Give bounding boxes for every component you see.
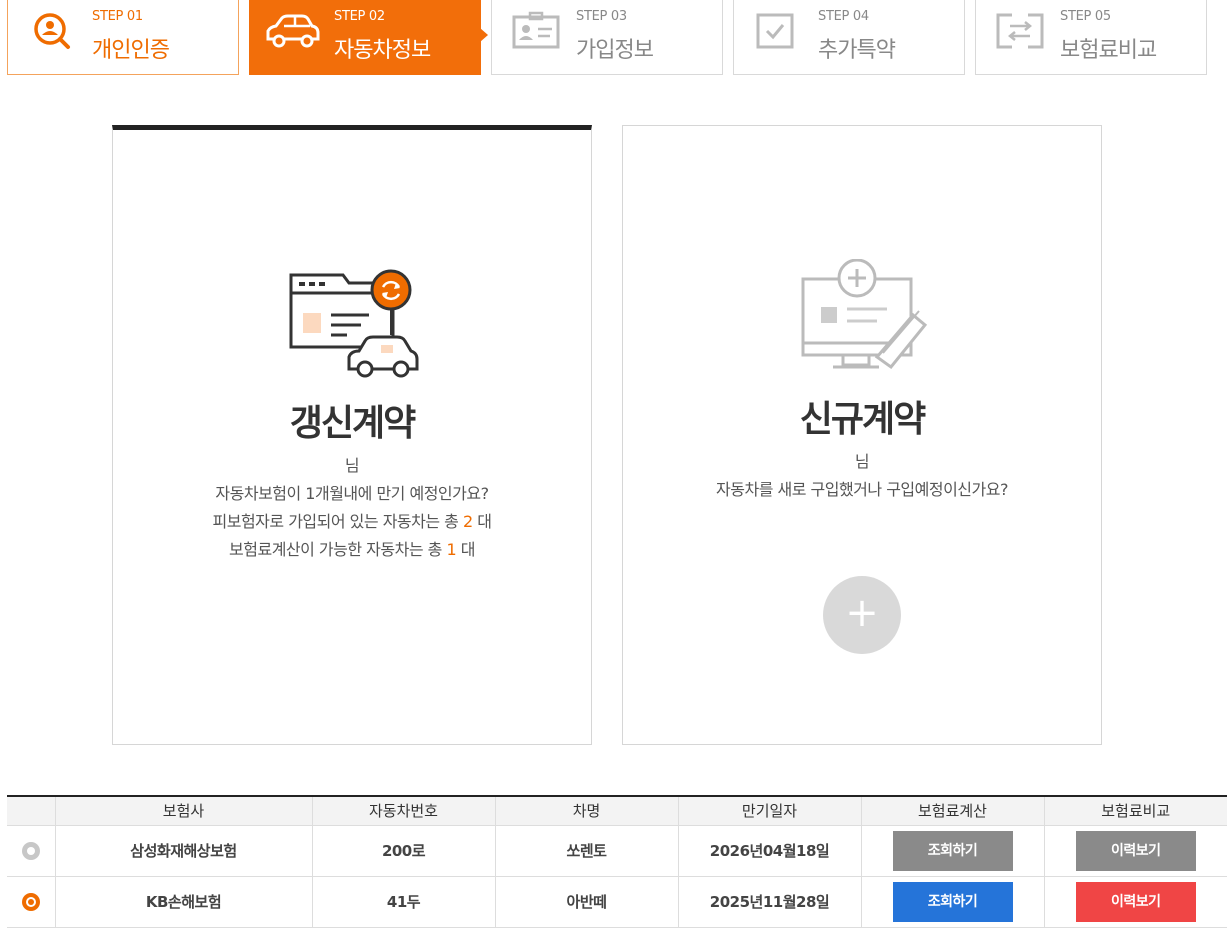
view-history-button[interactable]: 이력보기 (1075, 881, 1196, 922)
step-3-subscription-info[interactable]: STEP 03 가입정보 (491, 0, 723, 75)
renewal-title: 갱신계약 (289, 403, 416, 444)
insured-car-count: 2 (462, 512, 473, 531)
renewal-document-car-icon (289, 269, 419, 378)
step-label: 보험료비교 (1060, 38, 1157, 63)
step-number: STEP 01 (92, 9, 143, 24)
step-label: 추가특약 (818, 38, 896, 63)
view-history-button[interactable]: 이력보기 (1075, 830, 1196, 871)
calculable-car-count: 1 (446, 540, 457, 559)
col-plate: 자동차번호 (312, 796, 496, 826)
table-row[interactable]: 삼성화재해상보험 200로 쏘렌토 2026년04월18일 조회하기 이력보기 (7, 825, 1227, 877)
step-label: 자동차정보 (334, 38, 431, 63)
col-expiry: 만기일자 (678, 796, 862, 826)
table-row[interactable]: KB손해보험 41두 아반떼 2025년11월28일 조회하기 이력보기 (7, 876, 1227, 928)
calculable-car-count-line: 보험료계산이 가능한 자동차는 총 1 대 (229, 540, 475, 559)
step-2-car-info[interactable]: STEP 02 자동차정보 (249, 0, 488, 75)
customer-name-suffix: 님 (344, 456, 360, 475)
row-select-radio[interactable] (21, 892, 40, 911)
insurer-cell: 삼성화재해상보험 (55, 825, 313, 877)
renewal-question: 자동차보험이 1개월내에 만기 예정인가요? (215, 484, 489, 503)
col-insurer: 보험사 (55, 796, 313, 826)
new-contract-title: 신규계약 (799, 399, 926, 440)
expiry-cell: 2026년04월18일 (678, 825, 862, 877)
customer-name-suffix: 님 (854, 452, 870, 471)
new-contract-card[interactable]: 신규계약 님 자동차를 새로 구입했거나 구입예정이신가요? + (622, 125, 1102, 745)
table-header-row: 보험사 자동차번호 차명 만기일자 보험료계산 보험료비교 (7, 796, 1227, 826)
col-premium-compare: 보험료비교 (1044, 796, 1227, 826)
step-navigation: STEP 01 개인인증 STEP 02 자동차정보 STEP 03 가입정보 (7, 0, 1207, 75)
step-number: STEP 05 (1060, 9, 1111, 24)
insured-car-count-line: 피보험자로 가입되어 있는 자동차는 총 2 대 (212, 512, 492, 531)
step-number: STEP 02 (334, 9, 385, 24)
step-1-personal-auth[interactable]: STEP 01 개인인증 (7, 0, 239, 75)
col-premium-calc: 보험료계산 (861, 796, 1045, 826)
new-contract-monitor-pen-icon (801, 259, 928, 370)
row-select-radio[interactable] (21, 841, 40, 860)
step-5-premium-compare[interactable]: STEP 05 보험료비교 (975, 0, 1207, 75)
car-icon (266, 14, 320, 48)
step-number: STEP 03 (576, 9, 627, 24)
insurer-cell: KB손해보험 (55, 876, 313, 928)
step-4-additional-riders[interactable]: STEP 04 추가특약 (733, 0, 965, 75)
car-list-table: 보험사 자동차번호 차명 만기일자 보험료계산 보험료비교 삼성화재해상보험 2… (7, 795, 1227, 928)
add-new-car-button[interactable]: + (823, 576, 901, 654)
renewal-description: 님 자동차보험이 1개월내에 만기 예정인가요? 피보험자로 가입되어 있는 자… (113, 452, 591, 564)
car-name-cell: 아반떼 (495, 876, 679, 928)
plate-cell: 41두 (312, 876, 496, 928)
calculate-premium-button[interactable]: 조회하기 (892, 830, 1013, 871)
id-card-icon (512, 11, 560, 49)
person-search-icon (34, 13, 70, 49)
step-label: 개인인증 (92, 38, 170, 63)
step-number: STEP 04 (818, 9, 869, 24)
renewal-contract-card[interactable]: 갱신계약 님 자동차보험이 1개월내에 만기 예정인가요? 피보험자로 가입되어… (112, 125, 592, 745)
new-contract-description: 님 자동차를 새로 구입했거나 구입예정이신가요? (623, 448, 1101, 504)
calculate-premium-button[interactable]: 조회하기 (892, 881, 1013, 922)
new-contract-question: 자동차를 새로 구입했거나 구입예정이신가요? (716, 480, 1008, 499)
col-select (7, 796, 56, 826)
col-car-name: 차명 (495, 796, 679, 826)
plate-cell: 200로 (312, 825, 496, 877)
checkbox-icon (756, 13, 794, 49)
step-label: 가입정보 (576, 38, 654, 63)
car-name-cell: 쏘렌토 (495, 825, 679, 877)
expiry-cell: 2025년11월28일 (678, 876, 862, 928)
compare-arrows-icon (996, 13, 1044, 49)
